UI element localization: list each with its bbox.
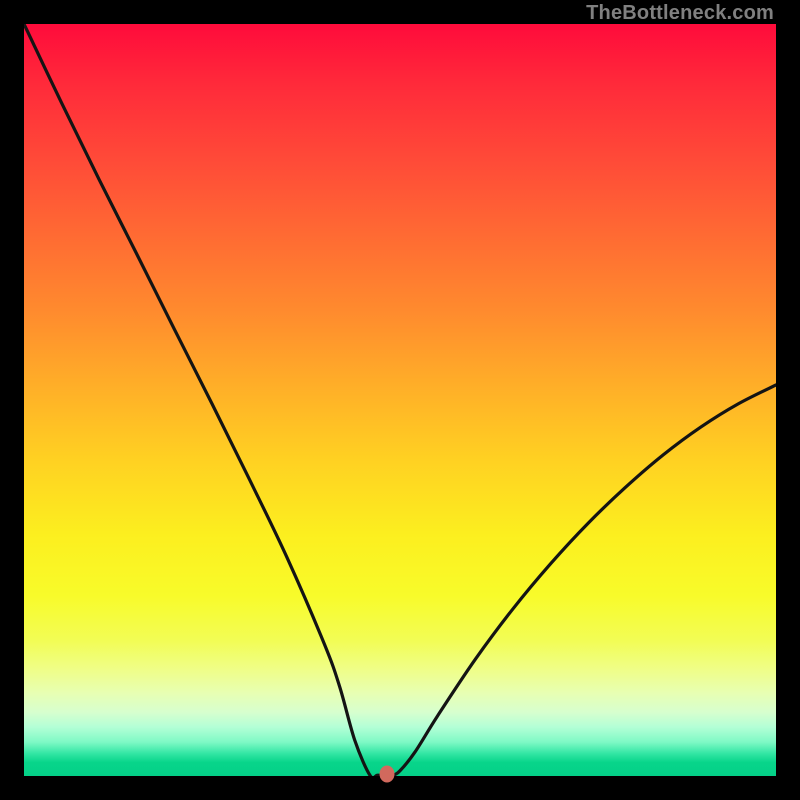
- plot-area: [24, 24, 776, 776]
- bottleneck-curve: [24, 24, 776, 776]
- attribution-watermark: TheBottleneck.com: [586, 2, 774, 25]
- curve-layer: [24, 24, 776, 776]
- chart-frame: TheBottleneck.com: [0, 0, 800, 800]
- optimum-marker: [380, 766, 395, 783]
